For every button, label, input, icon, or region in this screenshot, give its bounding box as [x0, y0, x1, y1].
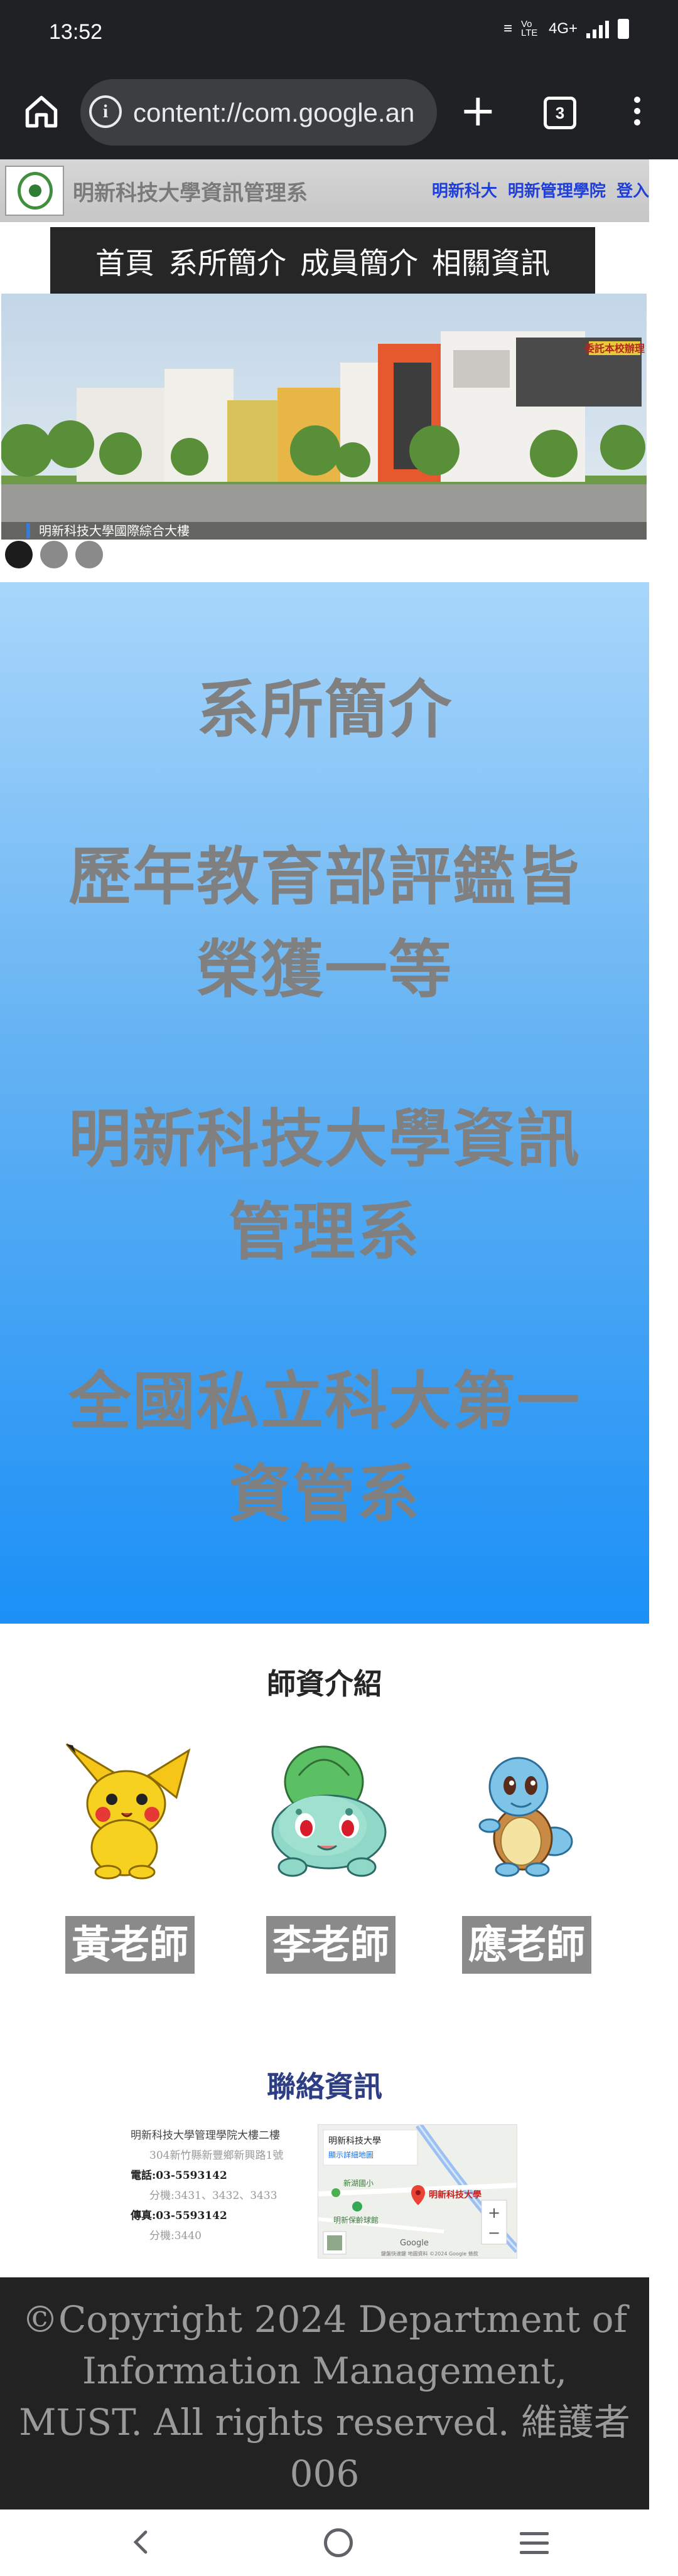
volte-badge: Vo LTE — [520, 19, 538, 38]
map-poi-bowling: 明新保齡球館 — [333, 2215, 379, 2225]
google-map-embed[interactable]: 明新科技大學 顯示詳細地圖 新湖國小 明新保齡球館 明新科技大學 + − Goo… — [318, 2124, 517, 2259]
banner-badge: 委託本校辦理 — [584, 343, 645, 354]
intro-heading-ranking: 全國私立科大第一資管系 — [68, 1365, 581, 1531]
main-nav: 首頁 系所簡介 成員簡介 相關資訊 — [50, 227, 595, 294]
home-button-icon[interactable] — [324, 2528, 353, 2557]
pikachu-image — [65, 1743, 191, 1880]
school-logo[interactable] — [5, 166, 64, 216]
vibrate-icon: ≡ — [503, 20, 512, 37]
contact-title: 聯絡資訊 — [267, 2070, 382, 2104]
phone-extension: 分機:3431、3432、3433 — [149, 2190, 277, 2202]
teacher-name[interactable]: 李老師 — [266, 1916, 396, 1974]
teacher-name[interactable]: 應老師 — [462, 1916, 591, 1974]
site-footer: ©Copyright 2024 Department of Informatio… — [0, 2277, 649, 2509]
contact-info: 明新科技大學管理學院大樓二樓 304新竹縣新豐鄉新興路1號 電話:03-5593… — [131, 2126, 283, 2246]
status-icons: ≡ Vo LTE 4G+ — [503, 19, 629, 39]
contact-dept: 明新科技大學管理學院大樓二樓 — [131, 2129, 280, 2142]
intro-heading-evaluation: 歷年教育部評鑑皆榮獲一等 — [68, 840, 581, 1006]
map-attribution: 鍵盤快速鍵 地圖資料 ©2024 Google 條款 — [381, 2250, 478, 2257]
site-header: 明新科技大學資訊管理系 明新科大 明新管理學院 登入 — [0, 159, 649, 222]
status-bar: 13:52 ≡ Vo LTE 4G+ — [0, 0, 678, 65]
home-icon[interactable] — [23, 93, 60, 130]
intro-heading-title: 系所簡介 — [196, 673, 453, 747]
address-bar[interactable]: i content://com.google.an — [80, 79, 437, 146]
header-links: 明新科大 明新管理學院 登入 — [427, 178, 649, 201]
site-title[interactable]: 明新科技大學資訊管理系 — [73, 176, 308, 206]
fax-extension: 分機:3440 — [149, 2230, 202, 2242]
link-school[interactable]: 明新科大 — [432, 178, 497, 201]
link-login[interactable]: 登入 — [616, 178, 649, 201]
map-place-name: 明新科技大學 — [328, 2136, 381, 2146]
map-zoom-out-icon[interactable]: − — [488, 2224, 500, 2242]
teacher-name[interactable]: 黃老師 — [65, 1916, 195, 1974]
nav-home[interactable]: 首頁 — [95, 239, 154, 282]
map-google-logo: Google — [400, 2238, 429, 2248]
banner-caption: 明新科技大學國際綜合大樓 — [39, 523, 190, 538]
footer-copyright: ©Copyright 2024 Department of Informatio… — [19, 2298, 630, 2495]
bulbasaur-image — [271, 1745, 387, 1877]
fax-label: 傳真: — [131, 2210, 156, 2222]
tabs-icon[interactable]: 3 — [544, 97, 576, 129]
map-canvas: 明新科技大學 顯示詳細地圖 新湖國小 明新保齡球館 明新科技大學 + − Goo… — [318, 2125, 517, 2258]
teacher-card[interactable]: 李老師 — [236, 1738, 418, 1989]
carousel-dot-3[interactable] — [75, 541, 103, 568]
map-zoom-in-icon[interactable]: + — [488, 2204, 500, 2222]
nav-department-intro[interactable]: 系所簡介 — [168, 239, 286, 282]
map-poi-school: 新湖國小 — [343, 2178, 374, 2188]
teachers-title: 師資介紹 — [267, 1667, 382, 1701]
back-icon[interactable] — [129, 2530, 154, 2555]
teacher-card[interactable]: 應老師 — [432, 1738, 614, 1989]
url-text[interactable]: content://com.google.an — [133, 98, 414, 128]
logo-emblem — [18, 172, 53, 210]
carousel-dot-2[interactable] — [40, 541, 68, 568]
banner-image: 委託本校辦理 明新科技大學國際綜合大樓 — [1, 294, 647, 540]
info-icon[interactable]: i — [89, 95, 122, 128]
map-marker-label: 明新科技大學 — [429, 2190, 482, 2200]
battery-icon — [618, 19, 629, 39]
recent-apps-icon[interactable] — [520, 2532, 549, 2555]
nav-related-info[interactable]: 相關資訊 — [432, 239, 550, 282]
link-college[interactable]: 明新管理學院 — [508, 178, 606, 201]
banner-carousel[interactable]: 委託本校辦理 明新科技大學國際綜合大樓 — [1, 294, 647, 540]
network-label: 4G+ — [548, 20, 578, 37]
phone-label: 電話: — [131, 2169, 156, 2182]
intro-heading-department: 明新科技大學資訊管理系 — [68, 1102, 581, 1269]
squirtle-image — [478, 1757, 573, 1877]
map-place-link[interactable]: 顯示詳細地圖 — [328, 2150, 374, 2159]
plus-icon[interactable]: + — [460, 88, 497, 134]
status-time: 13:52 — [49, 20, 103, 44]
teacher-card[interactable]: 黃老師 — [35, 1738, 217, 1989]
contact-address: 304新竹縣新豐鄉新興路1號 — [149, 2149, 284, 2162]
nav-members[interactable]: 成員簡介 — [300, 239, 418, 282]
browser-toolbar: i content://com.google.an + 3 — [0, 65, 678, 159]
department-intro-section: 系所簡介 歷年教育部評鑑皆榮獲一等 明新科技大學資訊管理系 全國私立科大第一資管… — [0, 582, 649, 1624]
fax-number: 03-5593142 — [156, 2210, 227, 2222]
carousel-dots — [5, 541, 103, 568]
carousel-dot-1[interactable] — [5, 541, 33, 568]
system-navigation-bar — [0, 2509, 678, 2576]
signal-icon — [586, 19, 609, 38]
phone-number[interactable]: 03-5593142 — [156, 2169, 227, 2182]
more-icon[interactable] — [628, 97, 647, 132]
